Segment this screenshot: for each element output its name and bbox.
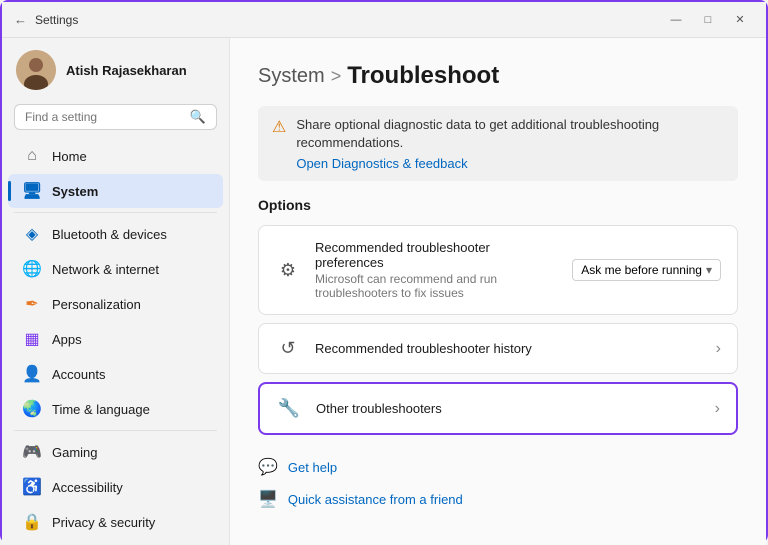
title-bar-left: ← Settings xyxy=(14,12,78,27)
search-input[interactable] xyxy=(25,110,184,124)
nav-icon-network: 🌐 xyxy=(22,259,42,279)
nav-list: ⌂ Home 🖥 System ◈ Bluetooth & devices 🌐 Network… xyxy=(2,138,229,545)
sidebar-item-accessibility[interactable]: ♿ Accessibility xyxy=(2,470,229,504)
nav-icon-accessibility: ♿ xyxy=(22,477,42,497)
sidebar-item-accounts[interactable]: 👤 Accounts xyxy=(2,357,229,391)
sidebar-item-bluetooth[interactable]: ◈ Bluetooth & devices xyxy=(2,217,229,251)
nav-icon-bluetooth: ◈ xyxy=(22,224,42,244)
option-subtitle-recommended-prefs: Microsoft can recommend and run troubles… xyxy=(315,272,558,300)
nav-label-privacy: Privacy & security xyxy=(52,515,155,530)
nav-divider xyxy=(14,430,217,431)
title-bar-controls: — □ ✕ xyxy=(662,10,754,30)
help-item-get-help[interactable]: 💬 Get help xyxy=(258,451,738,483)
diagnostics-link[interactable]: Open Diagnostics & feedback xyxy=(296,156,724,171)
title-bar: ← Settings — □ ✕ xyxy=(2,2,766,38)
breadcrumb-separator: > xyxy=(331,66,342,87)
options-list: ⚙ Recommended troubleshooter preferencesM… xyxy=(258,225,738,435)
chevron-down-icon: ▾ xyxy=(706,263,712,277)
option-other-troubleshooters[interactable]: 🔧 Other troubleshooters › xyxy=(258,382,738,435)
option-title-recommended-prefs: Recommended troubleshooter preferences xyxy=(315,240,558,270)
breadcrumb-parent[interactable]: System xyxy=(258,65,325,88)
nav-icon-system: 🖥 xyxy=(22,181,42,201)
close-button[interactable]: ✕ xyxy=(726,10,754,30)
help-link-get-help[interactable]: Get help xyxy=(288,460,337,475)
nav-icon-gaming: 🎮 xyxy=(22,442,42,462)
sidebar-item-personalization[interactable]: ✒ Personalization xyxy=(2,287,229,321)
section-title: Options xyxy=(258,197,738,213)
option-icon-recommended-history: ↺ xyxy=(275,338,301,359)
option-dropdown-recommended-prefs[interactable]: Ask me before running ▾ xyxy=(572,259,721,281)
nav-label-gaming: Gaming xyxy=(52,445,98,460)
option-icon-recommended-prefs: ⚙ xyxy=(275,260,301,281)
info-content: Share optional diagnostic data to get ad… xyxy=(296,116,724,171)
user-section: Atish Rajasekharan xyxy=(2,38,229,100)
option-title-other-troubleshooters: Other troubleshooters xyxy=(316,401,701,416)
sidebar-item-apps[interactable]: ▦ Apps xyxy=(2,322,229,356)
sidebar-item-privacy[interactable]: 🔒 Privacy & security xyxy=(2,505,229,539)
sidebar: Atish Rajasekharan 🔍 ⌂ Home 🖥 System ◈ Blueto… xyxy=(2,38,230,545)
nav-icon-home: ⌂ xyxy=(22,146,42,166)
title-bar-title: Settings xyxy=(35,13,78,27)
option-body-recommended-prefs: Recommended troubleshooter preferencesMi… xyxy=(315,240,558,300)
option-recommended-prefs[interactable]: ⚙ Recommended troubleshooter preferencesM… xyxy=(258,225,738,315)
search-icon: 🔍 xyxy=(190,109,206,125)
info-banner: ⚠ Share optional diagnostic data to get … xyxy=(258,106,738,181)
nav-label-home: Home xyxy=(52,149,87,164)
breadcrumb: System > Troubleshoot xyxy=(258,62,738,90)
minimize-button[interactable]: — xyxy=(662,10,690,30)
nav-divider xyxy=(14,212,217,213)
sidebar-item-home[interactable]: ⌂ Home xyxy=(2,139,229,173)
breadcrumb-current: Troubleshoot xyxy=(347,62,499,90)
nav-icon-personalization: ✒ xyxy=(22,294,42,314)
help-icon-get-help: 💬 xyxy=(258,457,278,477)
back-arrow[interactable]: ← xyxy=(14,12,27,27)
option-body-recommended-history: Recommended troubleshooter history xyxy=(315,341,702,356)
sidebar-item-gaming[interactable]: 🎮 Gaming xyxy=(2,435,229,469)
option-body-other-troubleshooters: Other troubleshooters xyxy=(316,401,701,416)
user-info: Atish Rajasekharan xyxy=(66,63,187,78)
nav-label-network: Network & internet xyxy=(52,262,159,277)
nav-label-time: Time & language xyxy=(52,402,150,417)
option-recommended-history[interactable]: ↺ Recommended troubleshooter history › xyxy=(258,323,738,374)
nav-label-apps: Apps xyxy=(52,332,82,347)
nav-label-accessibility: Accessibility xyxy=(52,480,123,495)
sidebar-item-network[interactable]: 🌐 Network & internet xyxy=(2,252,229,286)
info-icon: ⚠ xyxy=(272,117,286,137)
user-name: Atish Rajasekharan xyxy=(66,63,187,78)
nav-icon-privacy: 🔒 xyxy=(22,512,42,532)
help-link-quick-assist[interactable]: Quick assistance from a friend xyxy=(288,492,463,507)
nav-icon-time: 🌏 xyxy=(22,399,42,419)
info-text: Share optional diagnostic data to get ad… xyxy=(296,117,659,150)
active-indicator xyxy=(8,181,11,201)
chevron-right-icon-recommended-history: › xyxy=(716,340,721,358)
option-title-recommended-history: Recommended troubleshooter history xyxy=(315,341,702,356)
nav-label-accounts: Accounts xyxy=(52,367,105,382)
nav-icon-accounts: 👤 xyxy=(22,364,42,384)
nav-label-bluetooth: Bluetooth & devices xyxy=(52,227,167,242)
nav-icon-apps: ▦ xyxy=(22,329,42,349)
nav-label-system: System xyxy=(52,184,98,199)
maximize-button[interactable]: □ xyxy=(694,10,722,30)
chevron-right-icon-other-troubleshooters: › xyxy=(715,400,720,418)
avatar[interactable] xyxy=(16,50,56,90)
sidebar-item-system[interactable]: 🖥 System xyxy=(2,174,229,208)
help-item-quick-assist[interactable]: 🖥️ Quick assistance from a friend xyxy=(258,483,738,515)
option-icon-other-troubleshooters: 🔧 xyxy=(276,398,302,419)
sidebar-item-time[interactable]: 🌏 Time & language xyxy=(2,392,229,426)
help-icon-quick-assist: 🖥️ xyxy=(258,489,278,509)
dropdown-label: Ask me before running xyxy=(581,263,702,277)
nav-label-personalization: Personalization xyxy=(52,297,141,312)
help-section: 💬 Get help 🖥️ Quick assistance from a frien… xyxy=(258,451,738,515)
search-box[interactable]: 🔍 xyxy=(14,104,217,130)
main-content: System > Troubleshoot ⚠ Share optional d… xyxy=(230,38,766,545)
app-body: Atish Rajasekharan 🔍 ⌂ Home 🖥 System ◈ Blueto… xyxy=(2,38,766,545)
